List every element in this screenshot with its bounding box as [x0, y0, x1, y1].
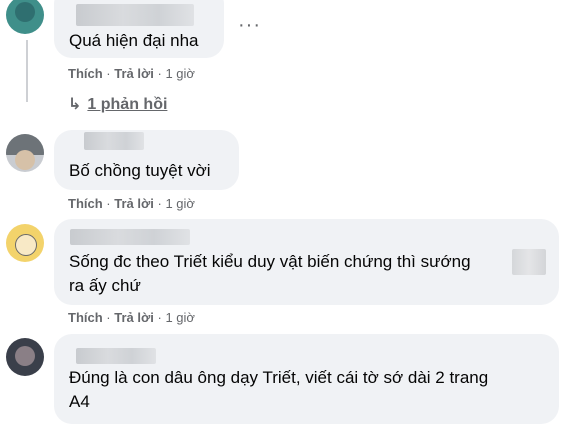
reply-arrow-icon: ↳ — [68, 96, 82, 113]
like-link[interactable]: Thích — [68, 196, 103, 211]
comment-actions: Thích · Trả lời · 1 giờ — [68, 66, 195, 81]
thread-line — [26, 40, 28, 102]
author-name-blurred — [70, 229, 190, 245]
comment-time[interactable]: 1 giờ — [165, 196, 195, 211]
comment-time[interactable]: 1 giờ — [165, 66, 195, 81]
comment-time[interactable]: 1 giờ — [165, 310, 195, 325]
comment-text: Quá hiện đại nha — [69, 31, 199, 50]
comment-bubble: Bố chồng tuyệt vời — [54, 130, 239, 190]
comment-text-line: Đúng là con dâu ông dạy Triết, viết cái … — [69, 368, 489, 387]
author-name-blurred — [76, 4, 194, 26]
comment-text: Bố chồng tuyệt vời — [69, 161, 211, 180]
author-name-blurred — [76, 348, 156, 364]
reply-link[interactable]: Trả lời — [114, 66, 154, 81]
avatar[interactable] — [6, 338, 44, 376]
avatar[interactable] — [6, 134, 44, 172]
blurred-word — [512, 249, 546, 275]
comment-text-line: Sống đc theo Triết kiểu duy vật biến chứ… — [69, 252, 471, 271]
comment-bubble: Quá hiện đại nha — [54, 0, 224, 58]
like-link[interactable]: Thích — [68, 66, 103, 81]
comment-actions: Thích · Trả lời · 1 giờ — [68, 310, 195, 325]
comment-actions: Thích · Trả lời · 1 giờ — [68, 196, 195, 211]
avatar[interactable] — [6, 0, 44, 34]
like-link[interactable]: Thích — [68, 310, 103, 325]
comment-text-line: ra ấy chứ — [69, 276, 141, 295]
more-options-icon[interactable]: ··· — [238, 15, 261, 35]
author-name-blurred — [84, 132, 144, 150]
view-replies-link[interactable]: ↳ 1 phản hồi — [68, 94, 167, 114]
comment-text-line: A4 — [69, 392, 90, 411]
reply-link[interactable]: Trả lời — [114, 196, 154, 211]
avatar[interactable] — [6, 224, 44, 262]
reply-link[interactable]: Trả lời — [114, 310, 154, 325]
